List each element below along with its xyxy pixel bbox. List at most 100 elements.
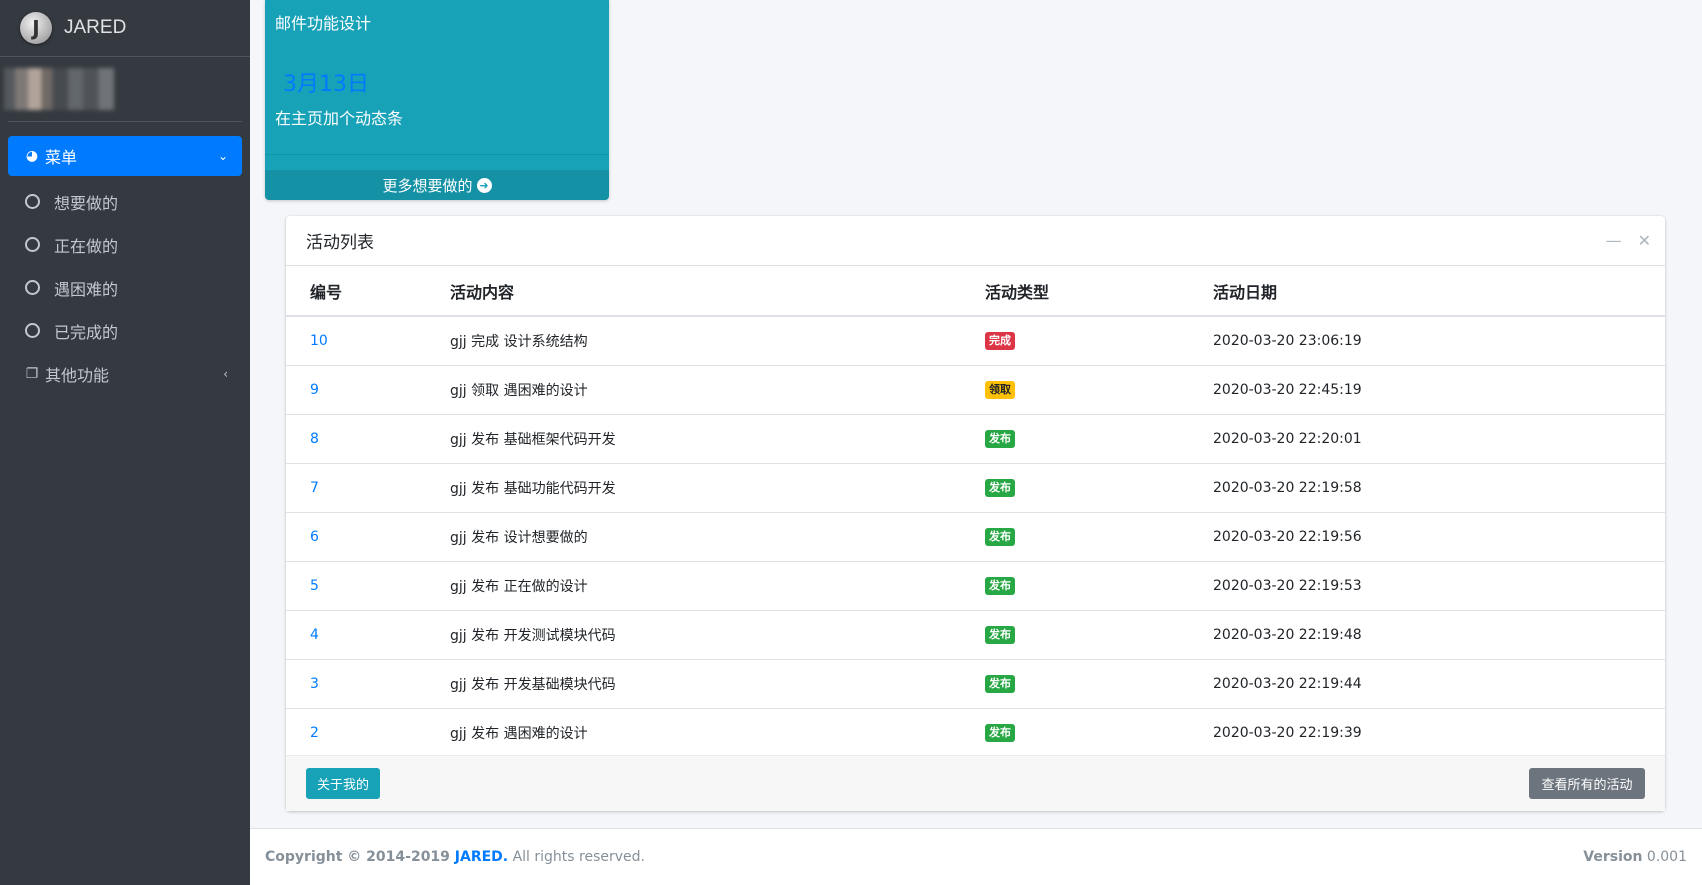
activity-id-link[interactable]: 8: [310, 431, 319, 447]
activity-content-cell: gjj 发布 基础框架代码开发: [450, 413, 985, 463]
status-badge: 发布: [985, 576, 1015, 595]
activity-type-cell: 发布: [985, 707, 1213, 757]
activity-date-cell: 2020-03-20 22:19:44: [1213, 658, 1665, 708]
table-row: 7 gjj 发布 基础功能代码开发 发布 2020-03-20 22:19:58: [286, 462, 1665, 512]
activity-type-cell: 发布: [985, 462, 1213, 512]
activity-id-link[interactable]: 10: [310, 333, 328, 349]
sidebar-item-label: 遇困难的: [54, 279, 119, 299]
status-badge: 发布: [985, 429, 1015, 448]
brand-link[interactable]: J JARED: [0, 0, 250, 57]
activity-type-cell: 完成: [985, 316, 1213, 365]
sidebar-item-other[interactable]: ❐ 其他功能 ‹: [8, 352, 242, 395]
activity-id-link[interactable]: 2: [310, 725, 319, 741]
activity-content-cell: gjj 完成 设计系统结构: [450, 333, 588, 350]
circle-icon: [25, 280, 40, 295]
table-row: 9 gjj 领取 遇困难的设计 领取 2020-03-20 22:45:19: [286, 364, 1665, 414]
activity-content-cell: gjj 领取 遇困难的设计: [450, 364, 985, 414]
activity-content-cell: gjj 发布 设计想要做的: [450, 511, 985, 561]
sidebar-item-menu[interactable]: ◕ 菜单 ⌄: [8, 136, 242, 176]
about-me-button[interactable]: 关于我的: [306, 768, 380, 799]
card-divider: [265, 154, 609, 155]
activity-table: 编号 活动内容 活动类型 活动日期 10 gjj 完成 设计系统结构 完成 2020-…: [286, 266, 1665, 757]
sidebar-item-want[interactable]: 想要做的: [8, 180, 242, 223]
row-id-cell: 6: [286, 511, 450, 561]
activity-id-link[interactable]: 6: [310, 529, 319, 545]
activity-type-cell: 发布: [985, 511, 1213, 561]
column-header-type: 活动类型: [985, 266, 1213, 317]
footer-brand-link[interactable]: JARED.: [455, 849, 508, 865]
activity-date-cell: 2020-03-20 22:45:19: [1213, 364, 1665, 414]
activity-type-cell: 领取: [985, 364, 1213, 414]
column-header-id: 编号: [286, 266, 450, 317]
activity-id-link[interactable]: 5: [310, 578, 319, 594]
status-badge: 领取: [985, 380, 1015, 399]
status-badge: 发布: [985, 625, 1015, 644]
status-badge: 发布: [985, 723, 1015, 742]
dashboard-icon: ◕: [25, 148, 39, 164]
activity-date-cell: 2020-03-20 22:19:58: [1213, 462, 1665, 512]
sidebar-item-label: 已完成的: [54, 322, 119, 342]
sidebar-item-done[interactable]: 已完成的: [8, 309, 242, 352]
brand-name: JARED: [64, 17, 127, 38]
circle-icon: [25, 194, 40, 209]
activity-content-cell: gjj 发布 正在做的设计: [450, 560, 985, 610]
row-id-cell: 2: [286, 707, 450, 757]
sidebar-item-label: 菜单: [45, 148, 78, 167]
table-row: 8 gjj 发布 基础框架代码开发 发布 2020-03-20 22:20:01: [286, 413, 1665, 463]
activity-type-cell: 发布: [985, 413, 1213, 463]
activity-id-link[interactable]: 9: [310, 382, 319, 398]
user-panel: [4, 57, 242, 122]
more-todo-link[interactable]: 更多想要做的 ➜: [265, 170, 609, 200]
table-row: 10 gjj 完成 设计系统结构 完成 2020-03-20 23:06:19: [286, 316, 1665, 365]
activity-type-cell: 发布: [985, 560, 1213, 610]
row-id-cell: 7: [286, 462, 450, 512]
activity-card-header: 活动列表 — ✕: [286, 216, 1665, 266]
activity-date-cell: 2020-03-20 22:20:01: [1213, 413, 1665, 463]
row-id-cell: 4: [286, 609, 450, 659]
more-todo-label: 更多想要做的: [382, 176, 473, 195]
row-id-cell: 10: [286, 316, 450, 365]
copyright: Copyright © 2014-2019 JARED. All rights …: [265, 849, 645, 865]
table-row: 2 gjj 发布 遇困难的设计 发布 2020-03-20 22:19:39: [286, 707, 1665, 757]
activity-content-cell: gjj 发布 开发基础模块代码: [450, 658, 985, 708]
brand-logo: J: [20, 12, 52, 44]
sidebar-item-label: 想要做的: [54, 193, 119, 213]
arrow-circle-right-icon: ➜: [476, 177, 492, 193]
avatar[interactable]: [4, 68, 114, 110]
activity-date-cell: 2020-03-20 22:19:56: [1213, 511, 1665, 561]
sidebar-nav: ◕ 菜单 ⌄ 想要做的 正在做的 遇困难的 已完成的 ❐ 其他功能 ‹: [0, 122, 250, 395]
collapse-icon[interactable]: —: [1606, 231, 1622, 250]
sidebar-item-label: 正在做的: [54, 236, 119, 256]
close-icon[interactable]: ✕: [1638, 231, 1651, 250]
activity-id-link[interactable]: 3: [310, 676, 319, 692]
status-badge: 发布: [985, 527, 1015, 546]
row-id-cell: 3: [286, 658, 450, 708]
column-header-content: 活动内容: [450, 266, 985, 317]
table-row: 4 gjj 发布 开发测试模块代码 发布 2020-03-20 22:19:48: [286, 609, 1665, 659]
card-date: 3月13日: [283, 72, 369, 97]
chevron-down-icon: ⌄: [217, 149, 228, 163]
activity-id-link[interactable]: 7: [310, 480, 319, 496]
status-badge: 完成: [985, 331, 1015, 350]
table-row: 3 gjj 发布 开发基础模块代码 发布 2020-03-20 22:19:44: [286, 658, 1665, 708]
version-info: Version 0.001: [1583, 849, 1687, 865]
sidebar-item-label: 其他功能: [45, 365, 110, 385]
row-id-cell: 9: [286, 364, 450, 414]
sidebar-item-doing[interactable]: 正在做的: [8, 223, 242, 266]
sidebar-item-difficult[interactable]: 遇困难的: [8, 266, 242, 309]
card-tools: — ✕: [1606, 231, 1651, 250]
status-badge: 发布: [985, 478, 1015, 497]
activity-date-cell: 2020-03-20 22:19:53: [1213, 560, 1665, 610]
activity-id-link[interactable]: 4: [310, 627, 319, 643]
circle-icon: [25, 323, 40, 338]
card-title: 邮件功能设计: [275, 14, 372, 33]
circle-icon: [25, 237, 40, 252]
chevron-left-icon: ‹: [223, 366, 228, 381]
copy-icon: ❐: [25, 365, 39, 382]
sidebar: J JARED ◕ 菜单 ⌄ 想要做的 正在做的 遇困难的 已完成的 ❐ 其他功…: [0, 0, 250, 885]
status-badge: 发布: [985, 674, 1015, 693]
activity-card: 活动列表 — ✕ 编号 活动内容 活动类型 活动日期 10 gjj 完成 设计系统…: [286, 216, 1665, 811]
activity-type-cell: 发布: [985, 658, 1213, 708]
table-header-row: 编号 活动内容 活动类型 活动日期: [286, 266, 1665, 317]
view-all-activities-button[interactable]: 查看所有的活动: [1529, 768, 1645, 799]
